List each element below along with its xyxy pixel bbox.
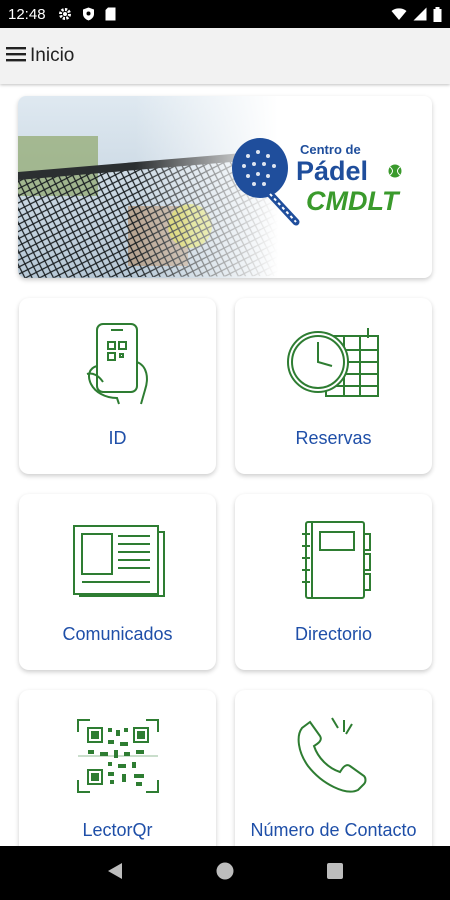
tile-id-label: ID: [108, 428, 127, 448]
back-button[interactable]: [106, 861, 124, 886]
sd-card-icon: [105, 7, 116, 21]
tile-comunicados[interactable]: Comunicados: [19, 494, 216, 670]
recents-square-icon: [327, 862, 344, 879]
logo-line-1: Centro de: [300, 142, 361, 157]
battery-icon: [433, 6, 442, 22]
hamburger-menu-button[interactable]: [2, 28, 30, 84]
back-triangle-icon: [107, 862, 122, 879]
notebook-icon: [279, 514, 389, 606]
hamburger-icon: [6, 46, 26, 67]
app-bar: Inicio: [0, 28, 450, 84]
home-content[interactable]: Centro de Pádel CMDLT ID Reservas Comuni…: [0, 84, 450, 846]
newspaper-icon: [63, 514, 173, 606]
qr-scan-icon: [63, 710, 173, 802]
club-banner: Centro de Pádel CMDLT: [18, 96, 432, 278]
logo-line-3: CMDLT: [306, 186, 399, 216]
tile-numero-contacto[interactable]: Número de Contacto: [235, 690, 432, 846]
tile-lectorqr[interactable]: LectorQr: [19, 690, 216, 846]
logo-line-2: Pádel: [296, 156, 369, 186]
clock-calendar-icon: [279, 318, 389, 410]
settings-gear-icon: [58, 7, 72, 21]
tile-id[interactable]: ID: [19, 298, 216, 474]
tile-reservas-label: Reservas: [295, 428, 372, 448]
tile-lectorqr-label: LectorQr: [82, 820, 153, 840]
system-nav-bar: [0, 846, 450, 900]
page-title: Inicio: [30, 45, 75, 66]
phone-qr-icon: [63, 318, 173, 410]
status-time: 12:48: [8, 5, 46, 23]
club-logo: Centro de Pádel CMDLT: [230, 134, 420, 234]
tile-comunicados-label: Comunicados: [62, 624, 173, 644]
signal-icon: [413, 7, 427, 21]
home-button[interactable]: [215, 861, 235, 886]
status-bar: 12:48: [0, 0, 450, 28]
home-circle-icon: [216, 862, 234, 879]
tile-directorio-label: Directorio: [294, 624, 373, 644]
wifi-icon: [391, 7, 407, 21]
recents-button[interactable]: [326, 862, 344, 885]
tile-directorio[interactable]: Directorio: [235, 494, 432, 670]
shield-icon: [82, 7, 95, 21]
phone-call-icon: [279, 710, 389, 802]
tile-numero-contacto-label: Número de Contacto: [250, 820, 417, 840]
tile-reservas[interactable]: Reservas: [235, 298, 432, 474]
tennis-ball-icon: [388, 164, 402, 178]
